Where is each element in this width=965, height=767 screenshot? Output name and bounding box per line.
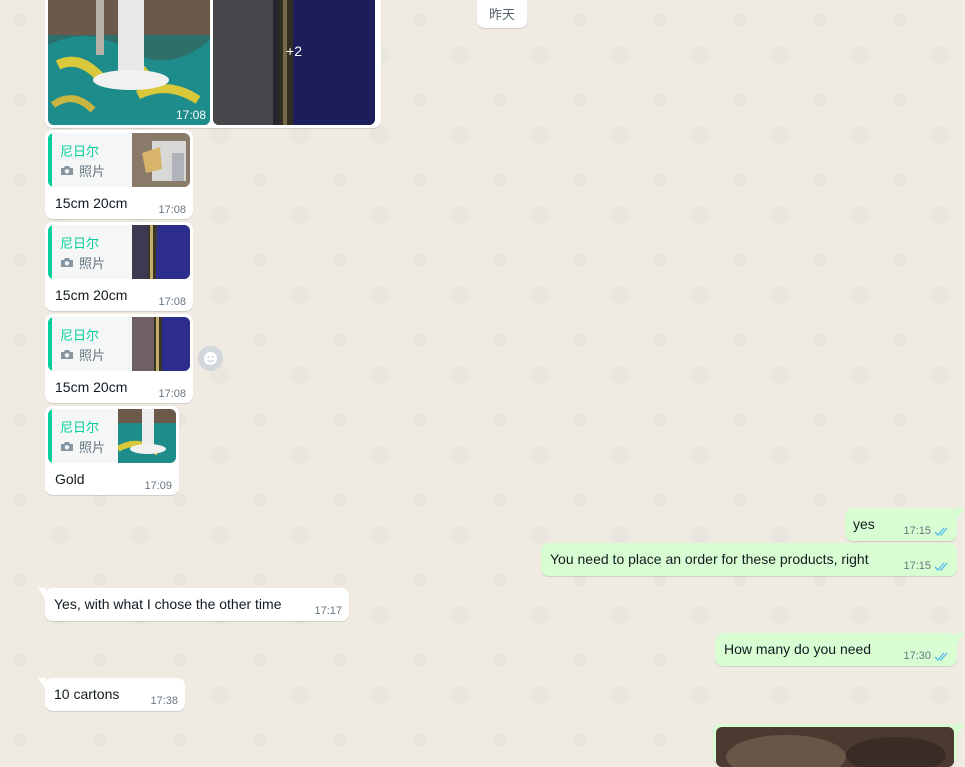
message-text: Yes, with what I chose the other time <box>54 596 282 612</box>
camera-icon <box>61 258 73 267</box>
message-time: 17:30 <box>903 650 931 662</box>
album-time: 17:08 <box>175 108 206 122</box>
message-text: Gold <box>55 471 85 487</box>
quoted-message-3[interactable]: 尼日尔 照片 15cm 20cm 17:08 <box>45 314 193 403</box>
message-meta: 17:15 <box>903 560 950 572</box>
date-divider: 昨天 <box>477 0 527 28</box>
quoted-type: 照片 <box>60 437 105 456</box>
album-more-count: +2 <box>286 43 302 59</box>
quoted-thumbnail <box>132 225 190 279</box>
album-photo-2[interactable]: +2 <box>213 0 375 125</box>
quoted-thumbnail <box>118 409 176 463</box>
quoted-type: 照片 <box>60 161 105 180</box>
message-time: 17:17 <box>314 605 342 617</box>
double-check-icon <box>934 562 948 571</box>
outgoing-message-order[interactable]: You need to place an order for these pro… <box>541 543 957 576</box>
smiley-icon <box>204 352 217 365</box>
quoted-type: 照片 <box>60 345 105 364</box>
quoted-message-1[interactable]: 尼日尔 照片 15cm 20cm 17:08 <box>45 130 193 219</box>
quoted-author: 尼日尔 <box>60 420 100 435</box>
message-time: 17:09 <box>144 480 172 492</box>
quoted-message-2[interactable]: 尼日尔 照片 15cm 20cm 17:08 <box>45 222 193 311</box>
message-text: 15cm 20cm <box>55 379 128 395</box>
album-photo-1-image <box>48 0 210 125</box>
quoted-type: 照片 <box>60 253 105 272</box>
quoted-author: 尼日尔 <box>60 328 100 343</box>
quoted-thumbnail <box>132 317 190 371</box>
camera-icon <box>61 350 73 359</box>
message-time: 17:15 <box>903 525 931 537</box>
message-meta: 17:15 <box>903 525 950 537</box>
outgoing-image-preview[interactable] <box>716 727 954 767</box>
message-time: 17:08 <box>158 296 186 308</box>
message-meta: 17:30 <box>903 650 950 662</box>
quoted-thumbnail <box>132 133 190 187</box>
album-photo-2-image <box>213 0 375 125</box>
react-emoji-button[interactable] <box>198 346 223 371</box>
message-text: 10 cartons <box>54 686 120 702</box>
message-time: 17:08 <box>158 388 186 400</box>
double-check-icon <box>934 652 948 661</box>
message-time: 17:38 <box>150 695 178 707</box>
quoted-author: 尼日尔 <box>60 236 100 251</box>
incoming-message-chose[interactable]: Yes, with what I chose the other time 17… <box>38 588 349 621</box>
message-text: 15cm 20cm <box>55 287 128 303</box>
album-message[interactable]: 17:08 +2 <box>45 0 381 128</box>
quoted-author: 尼日尔 <box>60 144 100 159</box>
message-text: You need to place an order for these pro… <box>550 551 869 567</box>
outgoing-image-message[interactable] <box>713 724 964 767</box>
outgoing-message-how-many[interactable]: How many do you need 17:30 <box>715 633 964 666</box>
outgoing-image <box>716 727 954 767</box>
incoming-message-cartons[interactable]: 10 cartons 17:38 <box>38 678 185 711</box>
date-divider-label: 昨天 <box>488 6 515 22</box>
quoted-reply-3[interactable]: 尼日尔 照片 <box>48 317 190 371</box>
quoted-reply-2[interactable]: 尼日尔 照片 <box>48 225 190 279</box>
message-text: How many do you need <box>724 641 872 657</box>
quoted-reply-4[interactable]: 尼日尔 照片 <box>48 409 176 463</box>
message-text: 15cm 20cm <box>55 195 128 211</box>
camera-icon <box>61 442 73 451</box>
message-time: 17:08 <box>158 204 186 216</box>
message-text: yes <box>853 516 875 532</box>
camera-icon <box>61 166 73 175</box>
message-time: 17:15 <box>903 560 931 572</box>
album-photo-1[interactable]: 17:08 <box>48 0 210 125</box>
outgoing-message-yes[interactable]: yes 17:15 <box>845 508 964 541</box>
double-check-icon <box>934 527 948 536</box>
quoted-reply-1[interactable]: 尼日尔 照片 <box>48 133 190 187</box>
quoted-message-4[interactable]: 尼日尔 照片 Gold 17:09 <box>45 406 179 495</box>
